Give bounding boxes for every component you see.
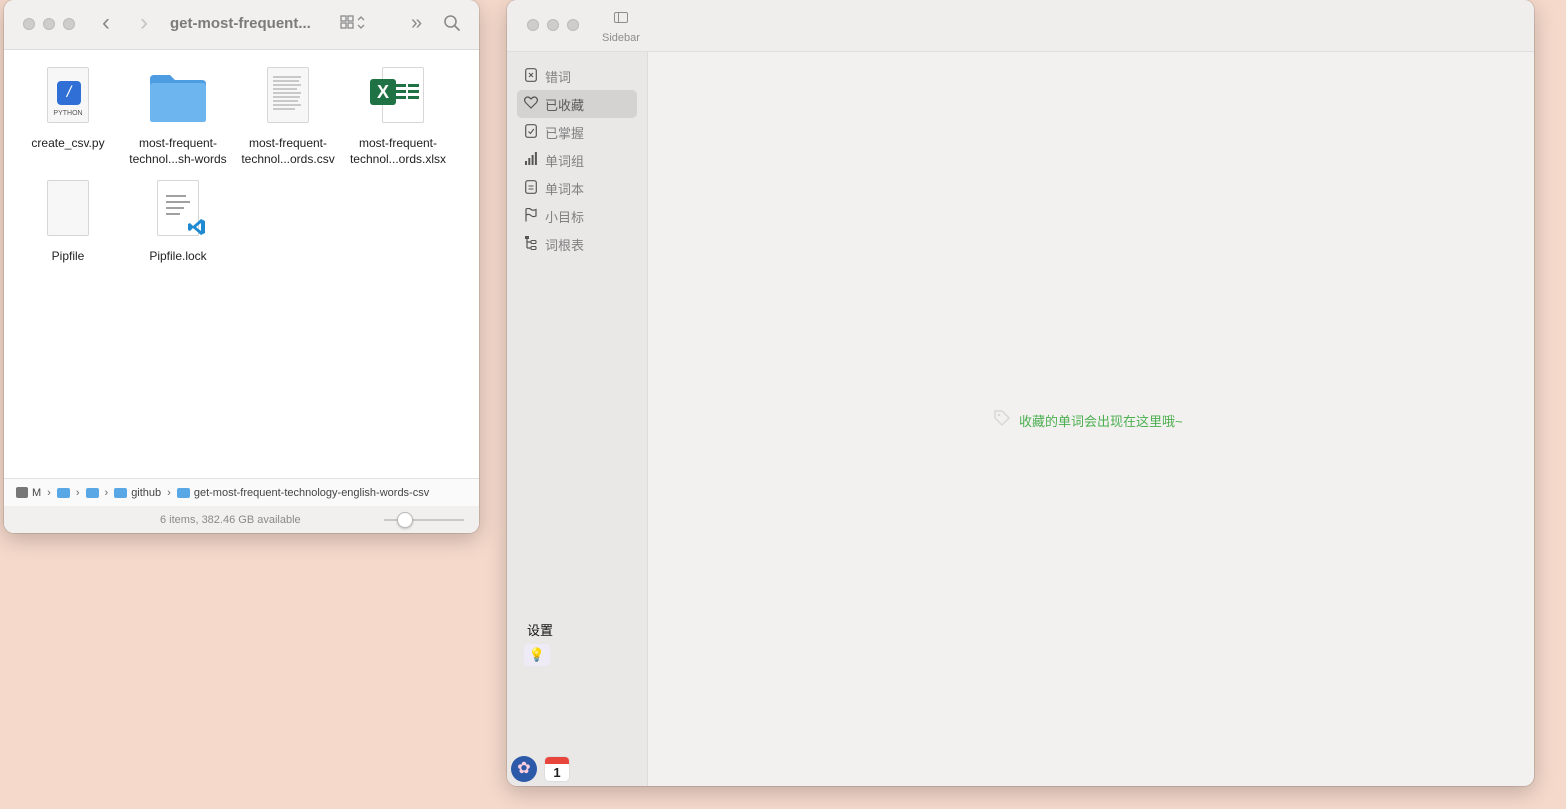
file-item[interactable]: Pipfile.lock	[122, 178, 234, 264]
path-bar: M › › › github › get-most-frequent-techn…	[4, 478, 479, 506]
x-doc-icon	[523, 67, 538, 85]
user-folder-icon[interactable]	[85, 487, 99, 498]
vscode-logo-icon	[188, 219, 205, 235]
zoom-button[interactable]	[63, 18, 75, 30]
notebook-icon	[523, 179, 538, 197]
home-folder-icon[interactable]	[56, 487, 70, 498]
python-file-icon: / PYTHON	[38, 65, 98, 127]
file-item[interactable]: most-frequent- technol...sh-words	[122, 65, 234, 167]
sidebar-toggle-button[interactable]: Sidebar	[599, 10, 643, 44]
path-segment-root[interactable]: M	[32, 487, 41, 499]
excel-file-icon: X	[368, 65, 428, 127]
double-chevron-icon[interactable]: »	[411, 13, 422, 33]
finder-toolbar: ‹ › get-most-frequent... »	[4, 0, 479, 50]
bars-icon	[523, 152, 538, 168]
chevron-left-icon[interactable]: ‹	[102, 11, 110, 35]
excel-logo-icon: X	[370, 79, 396, 105]
window-controls	[527, 19, 579, 31]
file-item[interactable]: Pipfile	[12, 178, 124, 264]
empty-state-message: 收藏的单词会出现在这里哦~	[1019, 413, 1183, 429]
sidebar-item-favorites[interactable]: 已收藏	[517, 90, 637, 118]
icon-size-slider-knob[interactable]	[397, 512, 413, 528]
folder-icon	[114, 487, 128, 498]
csv-file-icon	[258, 65, 318, 127]
window-controls	[23, 18, 75, 30]
icon-size-slider[interactable]	[384, 519, 464, 521]
blank-file-icon	[38, 178, 98, 240]
file-label: most-frequent- technol...ords.csv	[241, 136, 335, 166]
sidebar-item-goals[interactable]: 小目标	[517, 202, 637, 230]
main-content: 收藏的单词会出现在这里哦~	[648, 52, 1534, 786]
sidebar-item-wrong-words[interactable]: 错词	[517, 62, 637, 90]
file-type-badge: PYTHON	[53, 110, 83, 117]
settings-label[interactable]: 设置	[527, 620, 553, 639]
file-label: create_csv.py	[31, 136, 105, 150]
file-grid: / PYTHON create_csv.py most-frequent- te…	[4, 50, 479, 478]
chevron-right-icon[interactable]: ›	[140, 11, 148, 35]
tree-icon	[523, 235, 538, 253]
grid-view-icon[interactable]	[340, 15, 366, 37]
folder-icon	[176, 487, 190, 498]
app-titlebar: Sidebar	[507, 0, 1534, 52]
finder-window: ‹ › get-most-frequent... » / PYTHON crea…	[4, 0, 479, 533]
file-item[interactable]: X most-frequent- technol...ords.xlsx	[342, 65, 454, 167]
minimize-button[interactable]	[43, 18, 55, 30]
close-button[interactable]	[23, 18, 35, 30]
flower-app-icon[interactable]: ✿	[511, 756, 537, 782]
file-item[interactable]: / PYTHON create_csv.py	[12, 65, 124, 151]
vscode-file-icon	[148, 178, 208, 240]
tag-icon	[993, 409, 1011, 431]
window-title: get-most-frequent...	[170, 15, 311, 32]
path-segment-github[interactable]: github	[131, 487, 161, 499]
close-button[interactable]	[527, 19, 539, 31]
heart-icon	[523, 96, 538, 112]
calendar-icon[interactable]: 1	[544, 756, 570, 782]
sidebar-item-word-groups[interactable]: 单词组	[517, 146, 637, 174]
disk-icon	[16, 487, 28, 498]
sidebar-item-root-table[interactable]: 词根表	[517, 230, 637, 258]
empty-state: 收藏的单词会出现在这里哦~	[993, 409, 1183, 431]
sidebar: 错词 已收藏 已掌握 单词组 单词本 小目标 词根表 设置 💡 ✿ 1	[507, 52, 648, 786]
path-segment-current[interactable]: get-most-frequent-technology-english-wor…	[194, 487, 429, 499]
flag-icon	[523, 207, 538, 225]
minimize-button[interactable]	[547, 19, 559, 31]
status-text: 6 items, 382.46 GB available	[160, 514, 301, 526]
zoom-button[interactable]	[567, 19, 579, 31]
file-label: most-frequent- technol...ords.xlsx	[349, 136, 447, 166]
check-doc-icon	[523, 123, 538, 141]
status-bar: 6 items, 382.46 GB available	[4, 506, 479, 533]
lightbulb-icon[interactable]: 💡	[524, 644, 550, 666]
sidebar-item-wordbook[interactable]: 单词本	[517, 174, 637, 202]
sidebar-icon	[614, 12, 628, 23]
folder-icon	[148, 65, 208, 127]
file-label: Pipfile	[51, 249, 85, 263]
python-logo-icon: /	[57, 81, 81, 105]
file-item[interactable]: most-frequent- technol...ords.csv	[232, 65, 344, 167]
app-window: Sidebar 错词 已收藏 已掌握 单词组 单词本 小目标 词根表 设置 💡 …	[507, 0, 1534, 786]
search-icon[interactable]	[443, 14, 461, 36]
file-label: most-frequent- technol...sh-words	[129, 136, 227, 166]
sidebar-item-mastered[interactable]: 已掌握	[517, 118, 637, 146]
file-label: Pipfile.lock	[149, 249, 207, 263]
